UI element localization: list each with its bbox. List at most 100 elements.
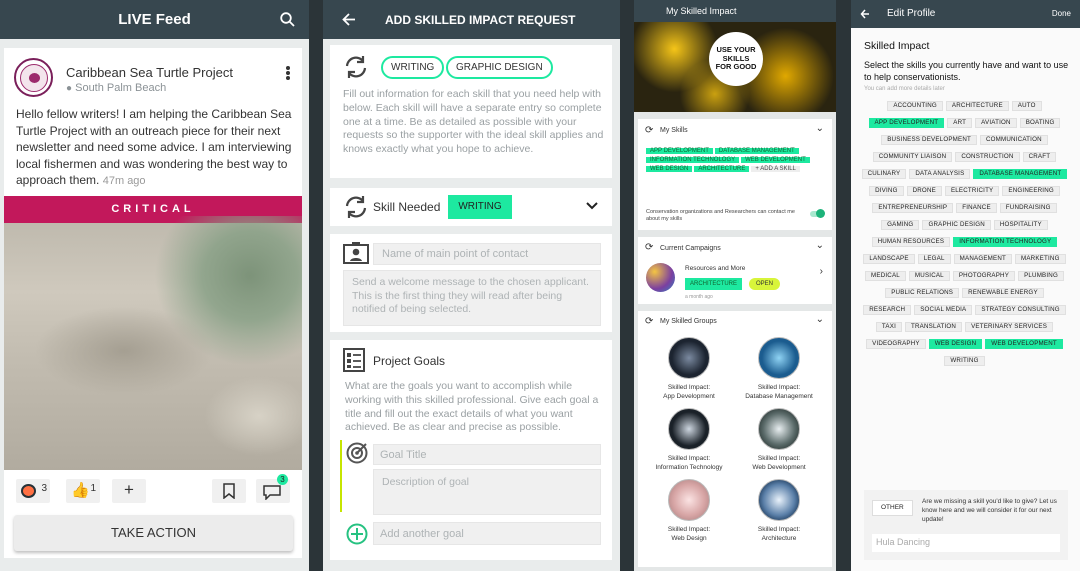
chevron-down-icon[interactable] xyxy=(586,202,598,210)
skill-chip-data-analysis[interactable]: DATA ANALYSIS xyxy=(909,169,971,179)
skill-chip-graphic-design[interactable]: GRAPHIC DESIGN xyxy=(922,220,991,230)
skill-chip-electricity[interactable]: ELECTRICITY xyxy=(944,186,1000,196)
skill-chip-landscape[interactable]: LANDSCAPE xyxy=(863,254,915,264)
welcome-message-input[interactable]: Send a welcome message to the chosen app… xyxy=(343,270,601,326)
skill-chip-research[interactable]: RESEARCH xyxy=(863,305,912,315)
turtle-reaction-button[interactable]: 3 xyxy=(16,479,50,503)
skill-chip-translation[interactable]: TRANSLATION xyxy=(905,322,963,332)
skill-tag[interactable]: ARCHITECTURE xyxy=(694,166,750,172)
campaign-time: a month ago xyxy=(685,294,713,300)
skill-chip-boating[interactable]: BOATING xyxy=(1019,118,1061,128)
skill-chip-medical[interactable]: MEDICAL xyxy=(865,271,906,281)
add-goal-icon[interactable] xyxy=(346,523,368,545)
skill-chip-web-design[interactable]: WEB DESIGN xyxy=(928,339,983,349)
skill-chip-strategy-consulting[interactable]: STRATEGY CONSULTING xyxy=(975,305,1066,315)
group-database-management[interactable]: Skilled Impact: Database Management xyxy=(736,337,822,401)
back-arrow-icon[interactable] xyxy=(342,13,356,26)
group-information-technology[interactable]: Skilled Impact: Information Technology xyxy=(646,408,732,472)
skill-chip-renewable-energy[interactable]: RENEWABLE ENERGY xyxy=(962,288,1044,298)
skill-chip-fundraising[interactable]: FUNDRAISING xyxy=(999,203,1057,213)
more-options-icon[interactable] xyxy=(286,66,290,80)
done-button[interactable]: Done xyxy=(1052,9,1071,18)
add-goal-input[interactable]: Add another goal xyxy=(373,522,601,545)
request-title: ADD SKILLED IMPACT REQUEST xyxy=(385,12,576,27)
chevron-down-icon[interactable]: ⌄ xyxy=(816,240,824,251)
skill-chip-art[interactable]: ART xyxy=(947,118,973,128)
skill-chip-taxi[interactable]: TAXI xyxy=(875,322,902,332)
skill-chip-craft[interactable]: CRAFT xyxy=(1022,152,1057,162)
skill-chip-finance[interactable]: FINANCE xyxy=(956,203,997,213)
skill-chip-auto[interactable]: AUTO xyxy=(1011,101,1042,111)
comment-icon xyxy=(263,485,281,500)
skill-chip-culinary[interactable]: CULINARY xyxy=(861,169,907,179)
group-avatar xyxy=(668,408,710,450)
skill-chip-accounting[interactable]: ACCOUNTING xyxy=(887,101,943,111)
skill-chip-public-relations[interactable]: PUBLIC RELATIONS xyxy=(885,288,960,298)
thumbs-up-icon: 👍 xyxy=(71,482,90,499)
skill-chip-engineering[interactable]: ENGINEERING xyxy=(1002,186,1060,196)
contact-toggle[interactable] xyxy=(810,209,825,218)
skill-chip-musical[interactable]: MUSICAL xyxy=(908,271,950,281)
add-skill-button[interactable]: + ADD A SKILL xyxy=(751,166,800,172)
skill-chip-database-management[interactable]: DATABASE MANAGEMENT xyxy=(973,169,1068,179)
post-image[interactable]: CRITICAL xyxy=(4,196,302,470)
goal-title-input[interactable]: Goal Title xyxy=(373,444,601,465)
skill-needed-row[interactable]: Skill Needed WRITING xyxy=(330,188,612,226)
campaign-name[interactable]: Resources and More xyxy=(685,265,745,272)
skill-chip-veterinary-services[interactable]: VETERINARY SERVICES xyxy=(965,322,1054,332)
skill-chip-plumbing[interactable]: PLUMBING xyxy=(1018,271,1064,281)
skill-chip-community-liaison[interactable]: COMMUNITY LIAISON xyxy=(872,152,953,162)
skill-chip-management[interactable]: MANAGEMENT xyxy=(953,254,1012,264)
group-app-development[interactable]: Skilled Impact: App Development xyxy=(646,337,732,401)
skill-chip-diving[interactable]: DIVING xyxy=(869,186,904,196)
skill-chip-entrepreneurship[interactable]: ENTREPRENEURSHIP xyxy=(872,203,954,213)
add-reaction-button[interactable]: + xyxy=(112,479,146,503)
group-web-development[interactable]: Skilled Impact: Web Development xyxy=(736,408,822,472)
search-icon[interactable] xyxy=(280,12,295,27)
org-avatar[interactable] xyxy=(14,58,53,97)
skill-chip-marketing[interactable]: MARKETING xyxy=(1015,254,1066,264)
contact-name-input[interactable]: Name of main point of contact xyxy=(373,243,601,265)
skill-chip-legal[interactable]: LEGAL xyxy=(917,254,951,264)
bookmark-button[interactable] xyxy=(212,479,246,503)
skill-chip-photography[interactable]: PHOTOGRAPHY xyxy=(952,271,1016,281)
chevron-right-icon[interactable]: › xyxy=(820,266,823,277)
skill-chip-gaming[interactable]: GAMING xyxy=(881,220,920,230)
skill-tag[interactable]: INFORMATION TECHNOLOGY xyxy=(646,157,740,163)
skill-tag[interactable]: APP DEVELOPMENT xyxy=(646,148,713,154)
skill-chip-human-resources[interactable]: HUMAN RESOURCES xyxy=(871,237,951,247)
skill-chip-web-development[interactable]: WEB DEVELOPMENT xyxy=(985,339,1063,349)
skill-chip-information-technology[interactable]: INFORMATION TECHNOLOGY xyxy=(953,237,1058,247)
group-architecture[interactable]: Skilled Impact: Architecture xyxy=(736,479,822,543)
back-arrow-icon[interactable] xyxy=(860,9,870,19)
other-button[interactable]: OTHER xyxy=(872,500,913,516)
other-skill-input[interactable]: Hula Dancing xyxy=(872,534,1060,552)
project-goals-card: Project Goals What are the goals you wan… xyxy=(330,340,612,560)
skill-chip-business-development[interactable]: BUSINESS DEVELOPMENT xyxy=(881,135,977,145)
skill-chip-writing[interactable]: WRITING xyxy=(381,56,445,79)
skill-tag[interactable]: DATABASE MANAGEMENT xyxy=(714,148,799,154)
skill-tag[interactable]: WEB DESIGN xyxy=(646,166,693,172)
skill-chip-aviation[interactable]: AVIATION xyxy=(975,118,1017,128)
org-name[interactable]: Caribbean Sea Turtle Project xyxy=(66,65,233,80)
skill-chip-drone[interactable]: DRONE xyxy=(906,186,942,196)
skill-chip-construction[interactable]: CONSTRUCTION xyxy=(955,152,1020,162)
skill-chip-communication[interactable]: COMMUNICATION xyxy=(980,135,1048,145)
chevron-down-icon[interactable]: ⌄ xyxy=(816,314,824,325)
skill-needed-value[interactable]: WRITING xyxy=(448,195,512,219)
skill-chip-hospitality[interactable]: HOSPITALITY xyxy=(993,220,1048,230)
skill-chip-app-development[interactable]: APP DEVELOPMENT xyxy=(868,118,945,128)
campaign-avatar[interactable] xyxy=(646,263,675,292)
goal-description-input[interactable]: Description of goal xyxy=(373,469,601,515)
skill-tag[interactable]: WEB DEVELOPMENT xyxy=(741,157,810,163)
comment-button[interactable]: 3 xyxy=(256,474,290,503)
like-button[interactable]: 👍 1 xyxy=(66,479,100,503)
skill-chip-architecture[interactable]: ARCHITECTURE xyxy=(945,101,1009,111)
chevron-down-icon[interactable]: ⌄ xyxy=(816,123,824,134)
skill-chip-graphic-design[interactable]: GRAPHIC DESIGN xyxy=(446,56,553,79)
skill-chip-writing[interactable]: WRITING xyxy=(944,356,985,366)
group-web-design[interactable]: Skilled Impact: Web Design xyxy=(646,479,732,543)
skill-chip-social-media[interactable]: SOCIAL MEDIA xyxy=(914,305,973,315)
skill-chip-videography[interactable]: VIDEOGRAPHY xyxy=(866,339,926,349)
take-action-button[interactable]: TAKE ACTION xyxy=(14,515,293,551)
